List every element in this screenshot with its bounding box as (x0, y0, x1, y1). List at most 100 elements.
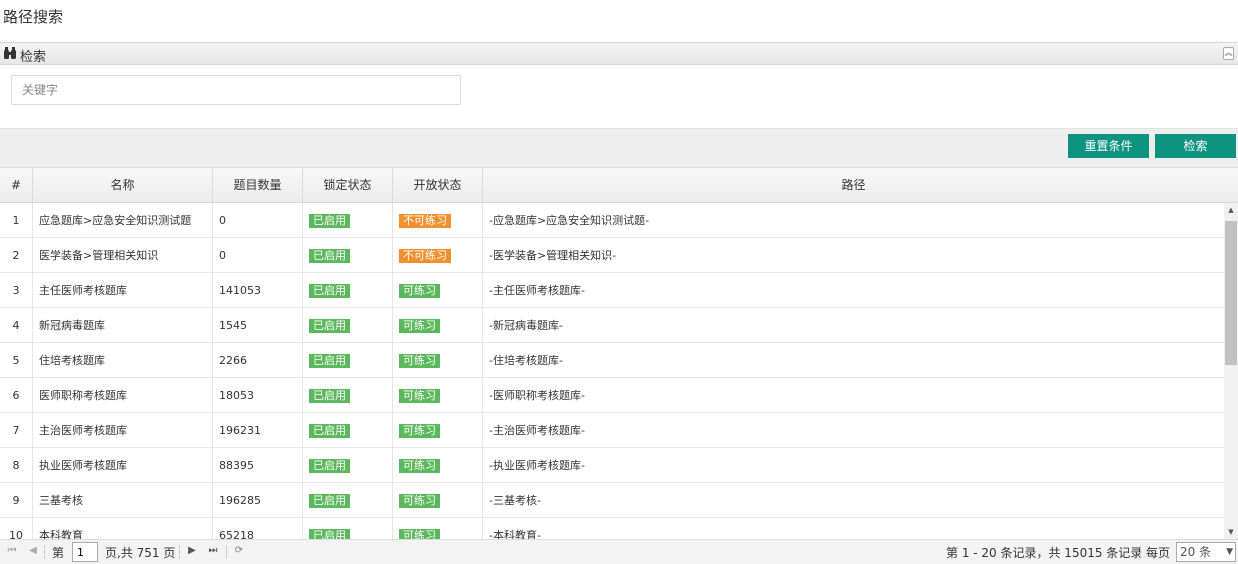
row-index: 7 (0, 413, 33, 448)
row-name: 主治医师考核题库 (33, 413, 213, 448)
first-page-icon[interactable]: ⏮ (6, 545, 18, 557)
page-number-input[interactable] (72, 542, 98, 562)
row-name: 三基考核 (33, 483, 213, 518)
row-index: 6 (0, 378, 33, 413)
records-summary: 第 1 - 20 条记录，共 15015 条记录 (946, 546, 1143, 560)
row-open-cell: 可练习 (393, 378, 483, 413)
row-question-count: 141053 (213, 273, 303, 308)
grid-header: # 名称 题目数量 锁定状态 开放状态 路径 (0, 168, 1238, 203)
row-open-cell: 可练习 (393, 518, 483, 539)
table-row[interactable]: 8 执业医师考核题库 88395 已启用 可练习 -执业医师考核题库- (0, 448, 1224, 483)
open-status-badge: 不可练习 (399, 249, 451, 263)
row-lock-cell: 已启用 (303, 378, 393, 413)
pager-divider (179, 545, 180, 559)
row-question-count: 18053 (213, 378, 303, 413)
table-row[interactable]: 9 三基考核 196285 已启用 可练习 -三基考核- (0, 483, 1224, 518)
open-status-badge: 可练习 (399, 354, 440, 368)
row-path: -应急题库>应急安全知识测试题- (489, 214, 650, 227)
row-name: 主任医师考核题库 (33, 273, 213, 308)
row-index: 9 (0, 483, 33, 518)
page-total: 页,共 751 页 (105, 546, 176, 560)
chevron-down-icon: ▼ (1226, 547, 1233, 557)
row-question-count: 2266 (213, 343, 303, 378)
table-row[interactable]: 4 新冠病毒题库 1545 已启用 可练习 -新冠病毒题库- (0, 308, 1224, 343)
row-question-count: 65218 (213, 518, 303, 539)
lock-status-badge: 已启用 (309, 389, 350, 403)
row-lock-cell: 已启用 (303, 483, 393, 518)
row-open-cell: 可练习 (393, 413, 483, 448)
vertical-scrollbar[interactable]: ▲ ▼ (1224, 203, 1238, 539)
row-name: 医师职称考核题库 (33, 378, 213, 413)
row-open-cell: 可练习 (393, 273, 483, 308)
row-question-count: 88395 (213, 448, 303, 483)
table-row[interactable]: 7 主治医师考核题库 196231 已启用 可练习 -主治医师考核题库- (0, 413, 1224, 448)
collapse-icon[interactable]: ︽ (1223, 47, 1234, 60)
row-question-count: 0 (213, 238, 303, 273)
col-header-open[interactable]: 开放状态 (393, 168, 483, 203)
row-lock-cell: 已启用 (303, 273, 393, 308)
row-path: -医师职称考核题库- (489, 389, 585, 402)
row-path: -主治医师考核题库- (489, 424, 585, 437)
row-name: 应急题库>应急安全知识测试题 (33, 203, 213, 238)
row-path: -本科教育- (489, 529, 541, 539)
refresh-icon[interactable]: ⟳ (233, 545, 245, 557)
last-page-icon[interactable]: ⏭ (207, 545, 219, 557)
row-path: -执业医师考核题库- (489, 459, 585, 472)
scroll-up-icon[interactable]: ▲ (1224, 203, 1238, 217)
row-index: 2 (0, 238, 33, 273)
open-status-badge: 可练习 (399, 319, 440, 333)
row-lock-cell: 已启用 (303, 308, 393, 343)
per-page-value: 20 条 (1180, 545, 1212, 559)
prev-page-icon[interactable]: ◀ (27, 545, 39, 557)
col-header-path[interactable]: 路径 (483, 168, 1224, 203)
col-header-lock[interactable]: 锁定状态 (303, 168, 393, 203)
row-path: -医学装备>管理相关知识- (489, 249, 617, 262)
lock-status-badge: 已启用 (309, 284, 350, 298)
row-open-cell: 可练习 (393, 343, 483, 378)
search-button[interactable]: 检索 (1155, 134, 1236, 158)
row-name: 医学装备>管理相关知识 (33, 238, 213, 273)
reset-button[interactable]: 重置条件 (1068, 134, 1149, 158)
table-row[interactable]: 6 医师职称考核题库 18053 已启用 可练习 -医师职称考核题库- (0, 378, 1224, 413)
scroll-down-icon[interactable]: ▼ (1224, 525, 1238, 539)
row-question-count: 1545 (213, 308, 303, 343)
open-status-badge: 可练习 (399, 494, 440, 508)
row-index: 5 (0, 343, 33, 378)
lock-status-badge: 已启用 (309, 214, 350, 228)
row-index: 3 (0, 273, 33, 308)
scrollbar-thumb[interactable] (1225, 221, 1237, 365)
pager-divider (226, 545, 227, 559)
row-path: -新冠病毒题库- (489, 319, 563, 332)
lock-status-badge: 已启用 (309, 529, 350, 539)
open-status-badge: 可练习 (399, 529, 440, 539)
col-header-count[interactable]: 题目数量 (213, 168, 303, 203)
per-page-select[interactable]: 20 条 ▼ (1176, 542, 1236, 562)
row-open-cell: 不可练习 (393, 238, 483, 273)
next-page-icon[interactable]: ▶ (186, 545, 198, 557)
row-question-count: 196231 (213, 413, 303, 448)
row-path: -主任医师考核题库- (489, 284, 585, 297)
page-title: 路径搜索 (3, 8, 64, 26)
page-prefix: 第 (52, 546, 65, 560)
row-name: 本科教育 (33, 518, 213, 539)
search-panel-title: 检索 (20, 50, 47, 65)
open-status-badge: 可练习 (399, 389, 440, 403)
table-row[interactable]: 1 应急题库>应急安全知识测试题 0 已启用 不可练习 -应急题库>应急安全知识测试题- (0, 203, 1224, 238)
keyword-input[interactable] (11, 75, 461, 105)
row-index: 1 (0, 203, 33, 238)
table-row[interactable]: 5 住培考核题库 2266 已启用 可练习 -住培考核题库- (0, 343, 1224, 378)
row-open-cell: 不可练习 (393, 203, 483, 238)
lock-status-badge: 已启用 (309, 354, 350, 368)
pager-divider (1140, 545, 1141, 559)
table-row[interactable]: 2 医学装备>管理相关知识 0 已启用 不可练习 -医学装备>管理相关知识- (0, 238, 1224, 273)
row-lock-cell: 已启用 (303, 203, 393, 238)
pager-divider (44, 545, 45, 559)
table-row[interactable]: 10 本科教育 65218 已启用 可练习 -本科教育- (0, 518, 1224, 539)
table-row[interactable]: 3 主任医师考核题库 141053 已启用 可练习 -主任医师考核题库- (0, 273, 1224, 308)
lock-status-badge: 已启用 (309, 249, 350, 263)
col-header-name[interactable]: 名称 (33, 168, 213, 203)
row-index: 4 (0, 308, 33, 343)
row-open-cell: 可练习 (393, 483, 483, 518)
col-header-index[interactable]: # (0, 168, 33, 203)
open-status-badge: 不可练习 (399, 214, 451, 228)
